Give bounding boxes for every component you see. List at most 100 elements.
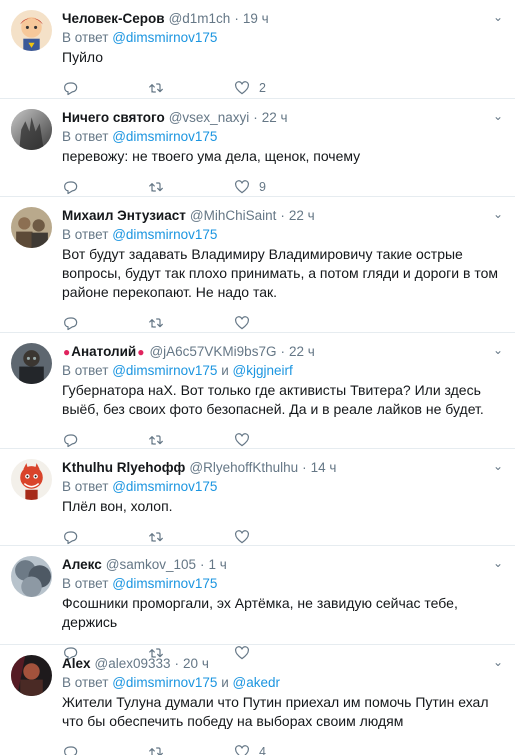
tweet-header: Михаил Энтузиаст @MihChiSaint · 22 ч (62, 206, 503, 225)
chevron-down-icon[interactable]: ⌄ (493, 343, 503, 357)
author-handle[interactable]: @vsex_naxyi (169, 110, 250, 125)
tweet[interactable]: Михаил Энтузиаст @MihChiSaint · 22 ч ⌄ В… (0, 197, 515, 333)
avatar[interactable] (11, 109, 52, 150)
avatar[interactable] (11, 10, 52, 51)
reply-context: В ответ @dimsmirnov175 и @kjgjneirf (62, 362, 503, 380)
retweet-button[interactable] (148, 80, 234, 96)
tweet[interactable]: ● Анатолий ● @jA6c57VKMi9bs7G · 22 ч ⌄ В… (0, 333, 515, 449)
mention-link[interactable]: @dimsmirnov175 (112, 129, 217, 144)
tweet-header: Kthulhu Rlyehoфф @RlyehoffKthulhu · 14 ч (62, 458, 503, 477)
mention-link[interactable]: @dimsmirnov175 (112, 363, 217, 378)
chevron-down-icon[interactable]: ⌄ (493, 10, 503, 24)
avatar[interactable] (11, 207, 52, 248)
chevron-down-icon[interactable]: ⌄ (493, 109, 503, 123)
reply-icon (62, 80, 78, 96)
reply-icon (62, 529, 78, 545)
mention-link[interactable]: @akedr (233, 675, 280, 690)
retweet-button[interactable] (148, 529, 234, 545)
timestamp[interactable]: 22 ч (262, 110, 288, 125)
reply-button[interactable] (62, 744, 148, 755)
author-handle[interactable]: @RlyehoffKthulhu (189, 460, 298, 475)
avatar[interactable] (11, 343, 52, 384)
author-handle[interactable]: @alex09333 (95, 656, 171, 671)
retweet-button[interactable] (148, 432, 234, 448)
author-name[interactable]: Михаил Энтузиаст (62, 208, 186, 223)
tweet-header: ● Анатолий ● @jA6c57VKMi9bs7G · 22 ч (62, 342, 503, 361)
author-name[interactable]: Ничего святого (62, 110, 165, 125)
tweet[interactable]: Kthulhu Rlyehoфф @RlyehoffKthulhu · 14 ч… (0, 449, 515, 546)
separator-dot: · (174, 656, 180, 671)
tweet[interactable]: Человек-Серов @d1m1ch · 19 ч ⌄ В ответ @… (0, 0, 515, 99)
timestamp[interactable]: 22 ч (289, 208, 315, 223)
timestamp[interactable]: 22 ч (289, 344, 315, 359)
chevron-down-icon[interactable]: ⌄ (493, 556, 503, 570)
reply-prefix: В ответ (62, 30, 109, 45)
mention-link[interactable]: @dimsmirnov175 (112, 576, 217, 591)
retweet-icon (148, 80, 164, 96)
author-handle[interactable]: @MihChiSaint (190, 208, 276, 223)
reply-icon (62, 179, 78, 195)
author-name[interactable]: Анатолий (71, 344, 136, 359)
reply-icon (62, 315, 78, 331)
mention-link[interactable]: @kjgjneirf (233, 363, 293, 378)
chevron-down-icon[interactable]: ⌄ (493, 207, 503, 221)
reply-button[interactable] (62, 80, 148, 96)
reply-context: В ответ @dimsmirnov175 (62, 226, 503, 244)
and-word: и (221, 363, 229, 378)
separator-dot: · (302, 460, 307, 475)
heart-icon (234, 315, 250, 331)
like-button[interactable] (234, 529, 320, 545)
timestamp[interactable]: 19 ч (243, 11, 269, 26)
author-name[interactable]: Alex (62, 656, 91, 671)
like-button[interactable] (234, 432, 320, 448)
reply-prefix: В ответ (62, 479, 109, 494)
chevron-down-icon[interactable]: ⌄ (493, 655, 503, 669)
and-word: и (221, 675, 229, 690)
reply-button[interactable] (62, 529, 148, 545)
tweet-header: Alex @alex09333 · 20 ч (62, 654, 503, 673)
avatar[interactable] (11, 655, 52, 696)
author-name[interactable]: Человек-Серов (62, 11, 165, 26)
tweet-text: Плёл вон, холоп. (62, 498, 173, 514)
tweet-header: Человек-Серов @d1m1ch · 19 ч (62, 9, 503, 28)
tweet[interactable]: Алекс @samkov_105 · 1 ч ⌄ В ответ @dimsm… (0, 546, 515, 660)
reply-prefix: В ответ (62, 363, 109, 378)
mention-link[interactable]: @dimsmirnov175 (112, 479, 217, 494)
like-button[interactable]: 9 (234, 179, 320, 195)
reply-context: В ответ @dimsmirnov175 (62, 29, 503, 47)
like-button[interactable] (234, 315, 320, 331)
author-handle[interactable]: @d1m1ch (169, 11, 231, 26)
like-button[interactable]: 2 (234, 80, 320, 96)
tweet-text: перевожу: не твоего ума дела, щенок, поч… (62, 148, 361, 164)
retweet-button[interactable] (148, 179, 234, 195)
reply-button[interactable] (62, 432, 148, 448)
author-name[interactable]: Kthulhu Rlyehoфф (62, 460, 185, 475)
mention-link[interactable]: @dimsmirnov175 (112, 30, 217, 45)
avatar[interactable] (11, 556, 52, 597)
chevron-down-icon[interactable]: ⌄ (493, 459, 503, 473)
reply-prefix: В ответ (62, 227, 109, 242)
avatar[interactable] (11, 459, 52, 500)
mention-link[interactable]: @dimsmirnov175 (112, 675, 217, 690)
retweet-button[interactable] (148, 744, 234, 755)
reply-button[interactable] (62, 315, 148, 331)
like-button[interactable]: 4 (234, 744, 320, 755)
reply-button[interactable] (62, 179, 148, 195)
tweet-text: Губернатора наХ. Вот только где активист… (62, 382, 484, 417)
author-name[interactable]: Алекс (62, 557, 102, 572)
tweet[interactable]: Ничего святого @vsex_naxyi · 22 ч ⌄ В от… (0, 99, 515, 197)
reply-icon (62, 432, 78, 448)
separator-dot: · (253, 110, 258, 125)
author-handle[interactable]: @samkov_105 (106, 557, 196, 572)
timestamp[interactable]: 1 ч (209, 557, 227, 572)
timestamp[interactable]: 14 ч (311, 460, 337, 475)
tweet-header: Алекс @samkov_105 · 1 ч (62, 555, 503, 574)
timestamp[interactable]: 20 ч (183, 656, 209, 671)
mention-link[interactable]: @dimsmirnov175 (112, 227, 217, 242)
tweet-text: Фсошники проморгали, эх Артёмка, не зави… (62, 595, 458, 630)
tweet[interactable]: Alex @alex09333 · 20 ч ⌄ В ответ @dimsmi… (0, 645, 515, 755)
reply-context: В ответ @dimsmirnov175 (62, 128, 503, 146)
retweet-button[interactable] (148, 315, 234, 331)
author-handle[interactable]: @jA6c57VKMi9bs7G (149, 344, 276, 359)
retweet-icon (148, 432, 164, 448)
